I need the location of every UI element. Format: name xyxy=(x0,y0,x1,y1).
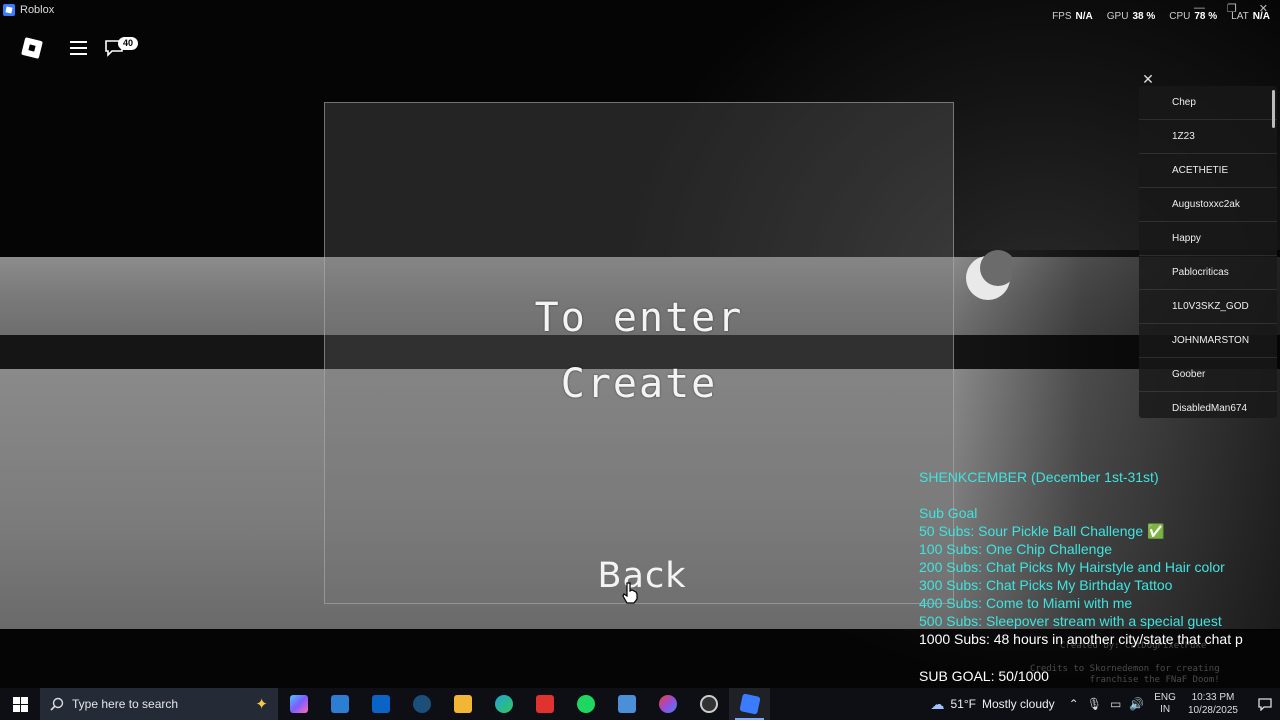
taskbar-app-recorder[interactable] xyxy=(688,688,729,720)
player-entry[interactable]: DisabledMan674 xyxy=(1139,392,1277,418)
spotify-icon xyxy=(576,695,595,713)
store-icon xyxy=(330,695,349,713)
window-title-text: Roblox xyxy=(20,4,55,16)
outlook-icon xyxy=(371,695,390,713)
taskbar-app-store[interactable] xyxy=(319,688,360,720)
weather-temp: 51°F xyxy=(950,697,976,711)
tray-icons: ⌃ 🎙 ▭ 🔊 xyxy=(1069,697,1145,711)
taskbar-search[interactable]: Type here to search ✦ xyxy=(40,688,278,720)
start-button[interactable] xyxy=(0,688,40,720)
system-tray: ☁ 51°F Mostly cloudy ⌃ 🎙 ▭ 🔊 ENG IN 10:3… xyxy=(930,688,1280,720)
menu-panel: To enter Create Back xyxy=(324,102,954,604)
player-list-scrollbar[interactable] xyxy=(1272,90,1275,128)
notification-button[interactable] xyxy=(1250,688,1280,720)
roblox-menu-button[interactable] xyxy=(16,32,48,64)
file-explorer-icon xyxy=(453,695,472,713)
player-entry[interactable]: Chep xyxy=(1139,86,1277,120)
taskbar-app-window[interactable] xyxy=(606,688,647,720)
player-entry[interactable]: ACETHETIE xyxy=(1139,154,1277,188)
taskbar-app-copilot[interactable] xyxy=(278,688,319,720)
taskbar-app-wps[interactable] xyxy=(524,688,565,720)
window-controls: — ❐ ✕ xyxy=(1194,2,1268,15)
taskbar-app-edge[interactable] xyxy=(483,688,524,720)
roblox-small-icon xyxy=(3,4,15,16)
copilot-icon xyxy=(289,695,308,713)
volume-icon[interactable]: 🔊 xyxy=(1129,697,1144,711)
windows-logo-icon xyxy=(12,696,28,712)
taskbar-app-outlook[interactable] xyxy=(360,688,401,720)
restore-icon[interactable]: ❐ xyxy=(1227,2,1237,15)
player-entry[interactable]: Goober xyxy=(1139,358,1277,392)
edge-icon xyxy=(494,695,513,713)
stat-gpu: GPU 38 % xyxy=(1106,11,1156,22)
back-button[interactable]: Back xyxy=(587,555,697,597)
credits-text: Credits to Skornedemon for creating fran… xyxy=(1030,664,1220,685)
clock-time: 10:33 PM xyxy=(1191,692,1235,703)
wps-icon xyxy=(535,695,554,713)
player-list-close-icon[interactable]: ✕ xyxy=(1140,71,1156,87)
search-highlight-icon: ✦ xyxy=(255,696,268,713)
steam-icon xyxy=(412,695,431,713)
windows-taskbar: Type here to search ✦ ☁ 51°F Mostly clou… xyxy=(0,688,1280,720)
panel-line-1: To enter xyxy=(534,295,744,341)
recorder-icon xyxy=(699,695,718,713)
taskbar-app-roblox[interactable] xyxy=(729,688,770,720)
chevron-up-icon[interactable]: ⌃ xyxy=(1069,697,1079,711)
sub-goal-heading: Sub Goal xyxy=(919,505,978,521)
chat-badge: 40 xyxy=(118,37,138,50)
sub-goal-counter: SUB GOAL: 50/1000 xyxy=(919,668,1049,684)
player-entry[interactable]: 1L0V3SKZ_GOD xyxy=(1139,290,1277,324)
clock[interactable]: 10:33 PM 10/28/2025 xyxy=(1188,691,1238,717)
chrome-icon xyxy=(658,695,677,713)
player-entry[interactable]: Pablocriticas xyxy=(1139,256,1277,290)
taskbar-app-chrome[interactable] xyxy=(647,688,688,720)
goal-item: 50 Subs: Sour Pickle Ball Challenge ✅ xyxy=(919,523,1165,539)
network-icon[interactable]: ▭ xyxy=(1110,697,1121,711)
window-title: Roblox xyxy=(0,0,54,20)
hand-cursor-icon xyxy=(622,582,638,604)
goal-item: 500 Subs: Sleepover stream with a specia… xyxy=(919,613,1222,629)
taskbar-app-spotify[interactable] xyxy=(565,688,606,720)
close-icon[interactable]: ✕ xyxy=(1259,2,1268,15)
crescent-moon-icon xyxy=(966,250,1012,300)
player-entry[interactable]: JOHNMARSTON xyxy=(1139,324,1277,358)
player-list: Chep 1Z23 ACETHETIE Augustoxxc2ak Happy … xyxy=(1139,86,1277,418)
player-entry[interactable]: Augustoxxc2ak xyxy=(1139,188,1277,222)
hamburger-menu-button[interactable] xyxy=(62,32,94,64)
minimize-icon[interactable]: — xyxy=(1194,2,1205,15)
roblox-logo-icon xyxy=(21,37,43,59)
search-icon xyxy=(50,697,64,711)
goal-item: 300 Subs: Chat Picks My Birthday Tattoo xyxy=(919,577,1173,593)
player-entry[interactable]: 1Z23 xyxy=(1139,120,1277,154)
search-placeholder: Type here to search xyxy=(72,697,179,711)
player-entry[interactable]: Happy xyxy=(1139,222,1277,256)
weather-text: Mostly cloudy xyxy=(981,697,1055,711)
panel-line-2: Create xyxy=(560,361,718,407)
stat-fps: FPS N/A xyxy=(1052,11,1093,22)
goal-item: 100 Subs: One Chip Challenge xyxy=(919,541,1113,557)
roblox-icon xyxy=(738,693,761,715)
goal-item: 200 Subs: Chat Picks My Hairstyle and Ha… xyxy=(919,559,1225,575)
notification-icon xyxy=(1258,697,1272,711)
stream-overlay: SHENKCEMBER (December 1st-31st) Sub Goal… xyxy=(919,468,1280,648)
microphone-icon[interactable]: 🎙 xyxy=(1087,697,1102,711)
weather-widget[interactable]: ☁ 51°F Mostly cloudy xyxy=(930,696,1054,713)
game-viewport: To enter Create Back Roblox 40 FPS N/A GP… xyxy=(0,0,1280,688)
window-app-icon xyxy=(617,695,636,713)
taskbar-app-file-explorer[interactable] xyxy=(442,688,483,720)
overlay-title: SHENKCEMBER (December 1st-31st) xyxy=(919,469,1159,485)
goal-item: 1000 Subs: 48 hours in another city/stat… xyxy=(919,631,1243,647)
language-indicator[interactable]: ENG IN xyxy=(1154,692,1176,716)
clock-date: 10/28/2025 xyxy=(1187,705,1238,716)
goal-item: 400 Subs: Come to Miami with me xyxy=(919,595,1133,611)
taskbar-app-steam[interactable] xyxy=(401,688,442,720)
cloud-icon: ☁ xyxy=(930,695,945,712)
